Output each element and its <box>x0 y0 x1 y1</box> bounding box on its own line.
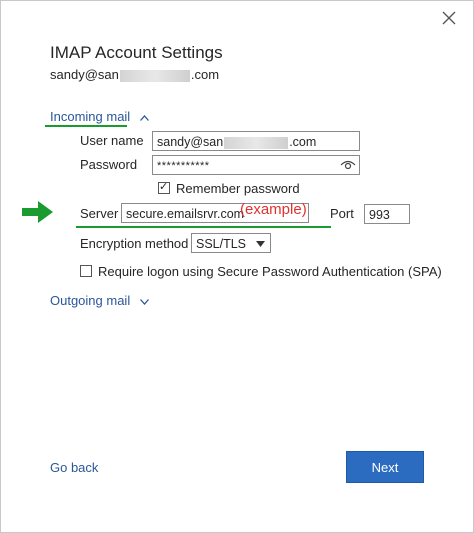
password-field[interactable]: *********** <box>152 155 360 175</box>
remember-password-label: Remember password <box>176 181 300 196</box>
incoming-mail-label: Incoming mail <box>50 109 131 124</box>
arrow-right-icon <box>22 201 53 223</box>
username-redaction-mask <box>224 136 289 149</box>
encryption-method-label: Encryption method <box>80 236 189 251</box>
encryption-method-value: SSL/TLS <box>196 237 247 251</box>
account-email: sandy@san .com <box>50 67 219 82</box>
chevron-down-icon <box>256 241 265 247</box>
password-label: Password <box>80 157 138 172</box>
username-suffix: .com <box>289 135 317 149</box>
redaction-mask <box>119 69 190 82</box>
eye-icon[interactable] <box>340 158 356 172</box>
port-value: 993 <box>369 208 390 222</box>
spa-checkbox[interactable] <box>80 265 92 277</box>
encryption-method-select[interactable]: SSL/TLS <box>191 233 271 253</box>
username-prefix: sandy@san <box>157 135 224 149</box>
username-label: User name <box>80 133 144 148</box>
server-value: secure.emailsrvr.com <box>126 207 245 221</box>
account-email-prefix: sandy@san <box>50 67 119 82</box>
dialog-title: IMAP Account Settings <box>50 43 223 62</box>
incoming-mail-toggle[interactable]: Incoming mail <box>50 109 149 124</box>
port-label: Port <box>330 206 354 221</box>
close-icon[interactable] <box>439 8 459 28</box>
server-underline-annotation <box>76 226 331 228</box>
remember-password-checkbox[interactable] <box>158 180 170 194</box>
outgoing-mail-toggle[interactable]: Outgoing mail <box>50 293 149 308</box>
next-button[interactable]: Next <box>346 451 424 483</box>
incoming-underline-annotation <box>45 125 127 127</box>
spa-label: Require logon using Secure Password Auth… <box>98 264 442 279</box>
password-value: *********** <box>157 160 210 172</box>
chevron-down-icon <box>139 298 149 305</box>
outgoing-mail-label: Outgoing mail <box>50 293 131 308</box>
server-label: Server <box>80 206 119 221</box>
username-field[interactable]: sandy@san .com <box>152 131 360 151</box>
server-example-annotation: (example) <box>240 201 307 218</box>
port-field[interactable]: 993 <box>364 204 410 224</box>
account-email-suffix: .com <box>190 67 220 82</box>
go-back-button[interactable]: Go back <box>50 460 98 475</box>
chevron-up-icon <box>139 114 149 121</box>
